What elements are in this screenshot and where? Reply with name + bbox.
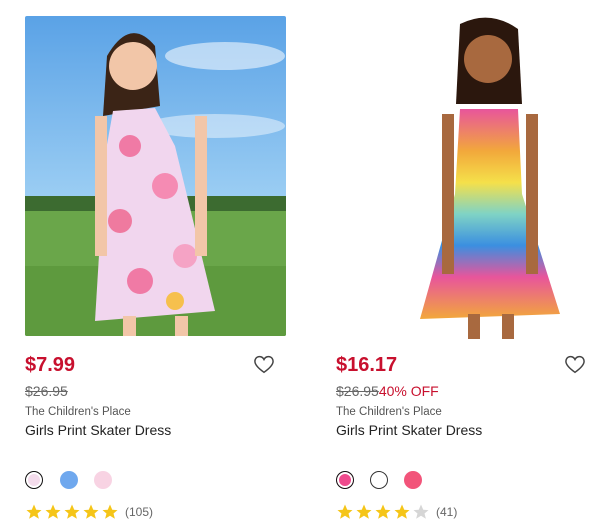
- star-icon: [394, 504, 410, 519]
- star-icon: [26, 504, 42, 519]
- product-image[interactable]: [410, 14, 570, 339]
- was-price: $26.95: [25, 383, 68, 399]
- color-swatch[interactable]: [336, 471, 354, 489]
- product-card[interactable]: $16.17 $26.9540% OFF The Children's Plac…: [310, 0, 600, 527]
- sale-price: $7.99: [25, 354, 76, 376]
- star-rating: (41): [336, 502, 457, 522]
- product-name[interactable]: Girls Print Skater Dress: [25, 422, 171, 438]
- product-card[interactable]: $7.99 $26.95 The Children's Place Girls …: [0, 0, 290, 527]
- star-icon: [102, 504, 118, 519]
- brand-name: The Children's Place: [25, 406, 131, 418]
- review-count[interactable]: (105): [125, 505, 153, 519]
- product-image[interactable]: [25, 16, 286, 336]
- color-swatch[interactable]: [370, 471, 388, 489]
- sale-price: $16.17: [336, 354, 398, 376]
- color-swatch[interactable]: [404, 471, 422, 489]
- star-icon: [64, 504, 80, 519]
- discount-badge: 40% OFF: [378, 383, 439, 399]
- original-price: $26.95: [25, 383, 68, 399]
- star-icon: [83, 504, 99, 519]
- star-icon: [356, 504, 372, 519]
- star-rating: (105): [25, 502, 153, 522]
- color-swatch[interactable]: [25, 471, 43, 489]
- star-icon: [337, 504, 353, 519]
- heart-icon[interactable]: [253, 354, 275, 374]
- brand-name: The Children's Place: [336, 406, 442, 418]
- heart-icon[interactable]: [564, 354, 586, 374]
- product-name[interactable]: Girls Print Skater Dress: [336, 422, 482, 438]
- review-count[interactable]: (41): [436, 505, 457, 519]
- was-price: $26.95: [336, 383, 379, 399]
- color-swatch[interactable]: [94, 471, 112, 489]
- star-empty-icon: [413, 504, 429, 519]
- star-icon: [375, 504, 391, 519]
- star-icon: [45, 504, 61, 519]
- color-swatch[interactable]: [60, 471, 78, 489]
- original-price: $26.9540% OFF: [336, 383, 439, 399]
